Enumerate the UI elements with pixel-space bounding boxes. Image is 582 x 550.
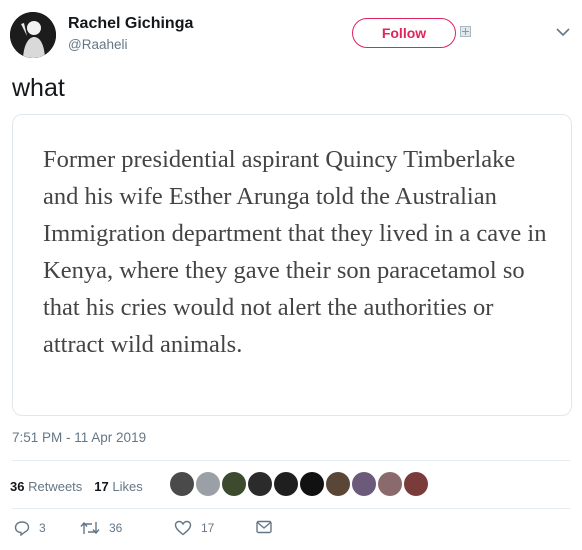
avatar[interactable] (10, 12, 56, 58)
avatar-image (10, 12, 56, 58)
liker-avatar[interactable] (170, 472, 194, 496)
like-stat[interactable]: 17 Likes (94, 479, 142, 494)
reply-count: 3 (39, 521, 46, 535)
retweet-count: 36 (109, 521, 123, 535)
retweet-stat[interactable]: 36 Retweets (10, 479, 82, 494)
like-stat-count: 17 (94, 478, 109, 494)
quote-card[interactable]: Former presidential aspirant Quincy Timb… (12, 114, 572, 416)
like-count: 17 (201, 521, 215, 535)
liker-avatar[interactable] (352, 472, 376, 496)
liker-avatar[interactable] (326, 472, 350, 496)
add-to-list-icon[interactable] (460, 26, 471, 37)
direct-message-button[interactable] (256, 520, 281, 534)
liker-avatar[interactable] (196, 472, 220, 496)
tweet-timestamp[interactable]: 7:51 PM - 11 Apr 2019 (12, 430, 146, 445)
like-button[interactable]: 17 (174, 520, 214, 536)
card-text: Former presidential aspirant Quincy Timb… (43, 146, 547, 358)
liker-avatar[interactable] (274, 472, 298, 496)
retweet-stat-count: 36 (10, 478, 25, 494)
heart-icon (174, 520, 192, 536)
liker-avatar[interactable] (222, 472, 246, 496)
liker-avatar[interactable] (404, 472, 428, 496)
tweet-header: Rachel Gichinga @Raaheli Follow (10, 12, 572, 62)
display-name[interactable]: Rachel Gichinga (68, 15, 193, 33)
like-stat-label: Likes (112, 478, 143, 494)
retweet-icon (80, 521, 100, 535)
chevron-down-icon[interactable] (556, 28, 570, 37)
tweet-text: what (12, 74, 65, 102)
retweet-stat-label: Retweets (28, 478, 83, 494)
reply-icon (14, 521, 30, 536)
liker-avatars (170, 472, 430, 496)
liker-avatar[interactable] (378, 472, 402, 496)
divider (12, 460, 570, 461)
tweet-stats: 36 Retweets 17 Likes (10, 474, 155, 498)
divider (12, 508, 570, 509)
follow-button[interactable]: Follow (352, 18, 456, 48)
user-handle[interactable]: @Raaheli (68, 37, 127, 52)
retweet-button[interactable]: 36 (80, 520, 122, 536)
envelope-icon (256, 520, 272, 534)
reply-button[interactable]: 3 (14, 520, 46, 536)
liker-avatar[interactable] (248, 472, 272, 496)
liker-avatar[interactable] (300, 472, 324, 496)
